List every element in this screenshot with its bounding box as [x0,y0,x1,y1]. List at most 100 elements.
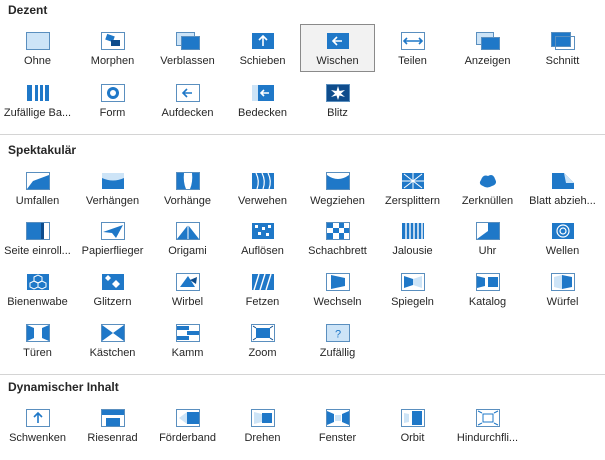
transition-spiegeln[interactable]: Spiegeln [375,265,450,313]
transition-label: Schnitt [545,55,580,67]
transition-label: Drehen [244,432,281,444]
transition-zufaellige-balken[interactable]: Zufällige Ba... [0,76,75,124]
transition-form[interactable]: Form [75,76,150,124]
transition-wuerfel[interactable]: Würfel [525,265,600,313]
transition-label: Schwenken [9,432,66,444]
transition-fenster[interactable]: Fenster [300,401,375,449]
transition-schieben[interactable]: Schieben [225,24,300,72]
transition-label: Wechseln [313,296,362,308]
transition-schnitt[interactable]: Schnitt [525,24,600,72]
transition-glitzern[interactable]: Glitzern [75,265,150,313]
transition-schachbrett[interactable]: Schachbrett [300,214,375,262]
schachbrett-icon [325,221,351,241]
aufloesen-icon [250,221,276,241]
transition-label: Wirbel [171,296,204,308]
hindurchfliegen-icon [475,408,501,428]
transition-seite-einrollen[interactable]: Seite einroll... [0,214,75,262]
transition-zufaellig[interactable]: ? Zufällig [300,316,375,364]
transition-zersplittern[interactable]: Zersplittern [375,164,450,212]
transition-zerknuellen[interactable]: Zerknüllen [450,164,525,212]
transition-wegziehen[interactable]: Wegziehen [300,164,375,212]
transition-katalog[interactable]: Katalog [450,265,525,313]
transition-label: Anzeigen [464,55,511,67]
transition-wirbel[interactable]: Wirbel [150,265,225,313]
transition-tueren[interactable]: Türen [0,316,75,364]
transition-anzeigen[interactable]: Anzeigen [450,24,525,72]
transition-label: Aufdecken [161,107,214,119]
uhr-icon [475,221,501,241]
transition-aufloesen[interactable]: Auflösen [225,214,300,262]
transition-riesenrad[interactable]: Riesenrad [75,401,150,449]
transition-bienenwabe[interactable]: Bienenwabe [0,265,75,313]
transition-wischen[interactable]: Wischen [300,24,375,72]
transition-zoom[interactable]: Zoom [225,316,300,364]
section-title: Dezent [8,3,48,17]
transition-papierflieger[interactable]: Papierflieger [75,214,150,262]
transition-blatt-abziehen[interactable]: Blatt abzieh... [525,164,600,212]
transition-uhr[interactable]: Uhr [450,214,525,262]
transition-wechseln[interactable]: Wechseln [300,265,375,313]
section-divider [0,134,605,135]
transition-label: Wegziehen [310,195,365,207]
wechseln-icon [325,272,351,292]
umfallen-icon [25,171,51,191]
transition-foerderband[interactable]: Förderband [150,401,225,449]
verhaengen-icon [100,171,126,191]
papierflieger-icon [100,221,126,241]
transition-blitz[interactable]: Blitz [300,76,375,124]
transition-hindurchfliegen[interactable]: Hindurchfli... [450,401,525,449]
bienenwabe-icon [25,272,51,292]
transition-morphen[interactable]: Morphen [75,24,150,72]
transition-label: Wischen [316,55,359,67]
transition-label: Kamm [171,347,204,359]
kamm-icon [175,323,201,343]
morphen-icon [100,31,126,51]
blatt-abziehen-icon [550,171,576,191]
transition-label: Förderband [159,432,216,444]
transition-verwehen[interactable]: Verwehen [225,164,300,212]
transition-umfallen[interactable]: Umfallen [0,164,75,212]
schwenken-icon [25,408,51,428]
bedecken-icon [250,83,276,103]
transition-wellen[interactable]: Wellen [525,214,600,262]
transition-label: Schieben [239,55,286,67]
zufaellig-icon: ? [325,323,351,343]
transition-aufdecken[interactable]: Aufdecken [150,76,225,124]
transition-drehen[interactable]: Drehen [225,401,300,449]
orbit-icon [400,408,426,428]
transition-ohne[interactable]: Ohne [0,24,75,72]
transition-label: Morphen [90,55,135,67]
svg-text:?: ? [335,329,341,341]
transition-fetzen[interactable]: Fetzen [225,265,300,313]
transition-label: Verblassen [160,55,215,67]
schnitt-icon [550,31,576,51]
transition-kamm[interactable]: Kamm [150,316,225,364]
transition-bedecken[interactable]: Bedecken [225,76,300,124]
transition-verblassen[interactable]: Verblassen [150,24,225,72]
verblassen-icon [175,31,201,51]
transition-label: Uhr [478,245,497,257]
transition-label: Papierflieger [81,245,144,257]
transition-kaestchen[interactable]: Kästchen [75,316,150,364]
transition-label: Vorhänge [163,195,212,207]
foerderband-icon [175,408,201,428]
transition-origami[interactable]: Origami [150,214,225,262]
wischen-icon [325,31,351,51]
drehen-icon [250,408,276,428]
transition-teilen[interactable]: Teilen [375,24,450,72]
section-divider [0,374,605,375]
transition-vorhaenge[interactable]: Vorhänge [150,164,225,212]
transition-label: Glitzern [93,296,132,308]
transition-label: Türen [23,347,52,359]
wirbel-icon [175,272,201,292]
blitz-icon [325,83,351,103]
seite-einrollen-icon [25,221,51,241]
transition-schwenken[interactable]: Schwenken [0,401,75,449]
transition-label: Teilen [398,55,427,67]
zersplittern-icon [400,171,426,191]
form-icon [100,83,126,103]
transition-orbit[interactable]: Orbit [375,401,450,449]
transition-verhaengen[interactable]: Verhängen [75,164,150,212]
transition-jalousie[interactable]: Jalousie [375,214,450,262]
transition-label: Orbit [400,432,425,444]
